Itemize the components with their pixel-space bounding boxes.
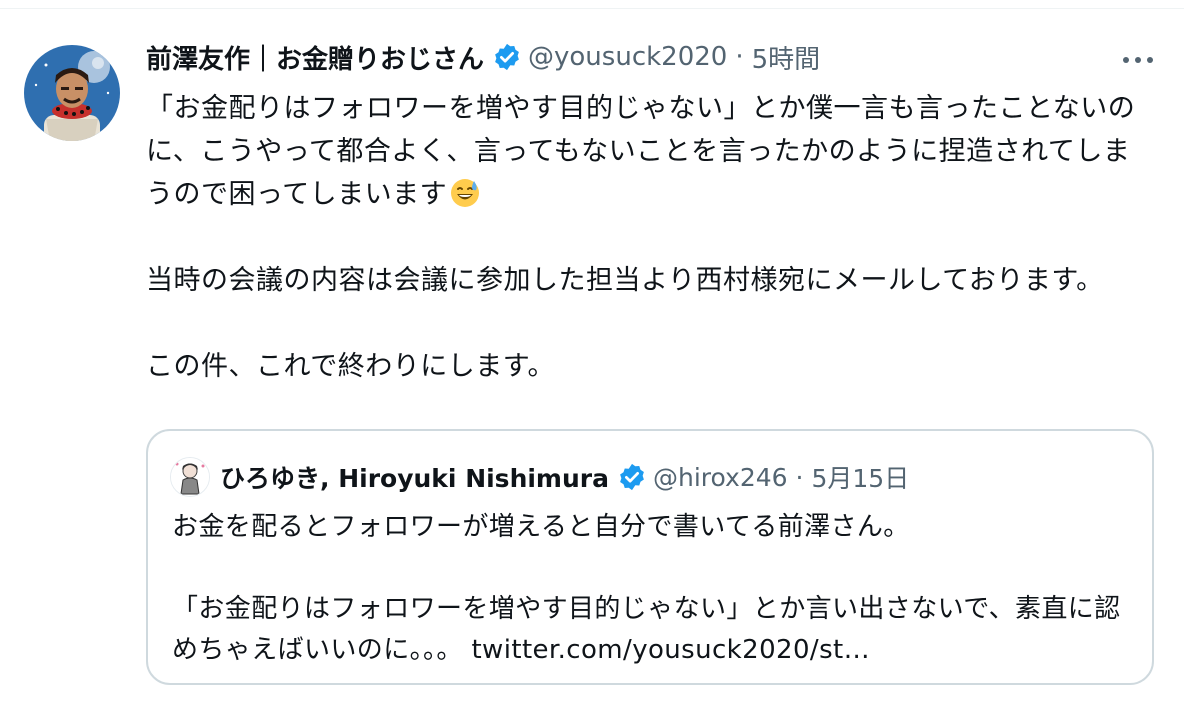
tweet-timestamp[interactable]: 5時間 bbox=[752, 39, 821, 76]
quoted-tweet-date: 5月15日 bbox=[811, 464, 910, 493]
author-avatar[interactable] bbox=[24, 45, 120, 141]
quoted-author-avatar bbox=[170, 457, 210, 497]
author-handle[interactable]: @yousuck2020 bbox=[528, 42, 727, 72]
meta-separator: · bbox=[735, 42, 744, 72]
quoted-paragraph-2: 「お金配りはフォロワーを増やす目的じゃない」とか言い出さないで、素直に認めちゃえ… bbox=[172, 594, 1121, 665]
tweet-paragraph-3: この件、これで終わりにします。 bbox=[146, 351, 555, 382]
meta-separator: · bbox=[795, 462, 804, 492]
quoted-author-handle: @hirox246 bbox=[652, 462, 788, 492]
quoted-tweet[interactable]: ひろゆき, Hiroyuki Nishimura @hirox246 · 5月1… bbox=[146, 429, 1154, 685]
quoted-tweet-header: ひろゆき, Hiroyuki Nishimura @hirox246 · 5月1… bbox=[170, 457, 909, 497]
author-name[interactable]: 前澤友作｜お金贈りおじさん bbox=[146, 39, 484, 76]
grinning-face-with-sweat-emoji bbox=[449, 177, 481, 209]
tweet-text: 「お金配りはフォロワーを増やす目的じゃない」とか僕一言も言ったことないのに、こう… bbox=[146, 87, 1156, 388]
tweet-paragraph-1: 「お金配りはフォロワーを増やす目的じゃない」とか僕一言も言ったことないのに、こう… bbox=[146, 93, 1136, 210]
tweet-header: 前澤友作｜お金贈りおじさん @yousuck2020 · 5時間 bbox=[146, 37, 820, 77]
quoted-tweet-text: お金を配るとフォロワーが増えると自分で書いてる前澤さん。 「お金配りはフォロワー… bbox=[172, 507, 1132, 671]
verified-badge-icon bbox=[492, 42, 522, 72]
quoted-author-name: ひろゆき, Hiroyuki Nishimura bbox=[220, 464, 609, 493]
tweet[interactable]: 前澤友作｜お金贈りおじさん @yousuck2020 · 5時間 「お金配りはフ… bbox=[0, 9, 1184, 724]
more-horizontal-icon[interactable] bbox=[1116, 45, 1160, 75]
quoted-paragraph-1: お金を配るとフォロワーが増えると自分で書いてる前澤さん。 bbox=[172, 512, 910, 542]
tweet-paragraph-2: 当時の会議の内容は会議に参加した担当より西村様宛にメールしております。 bbox=[146, 265, 1104, 296]
verified-badge-icon bbox=[617, 462, 647, 492]
